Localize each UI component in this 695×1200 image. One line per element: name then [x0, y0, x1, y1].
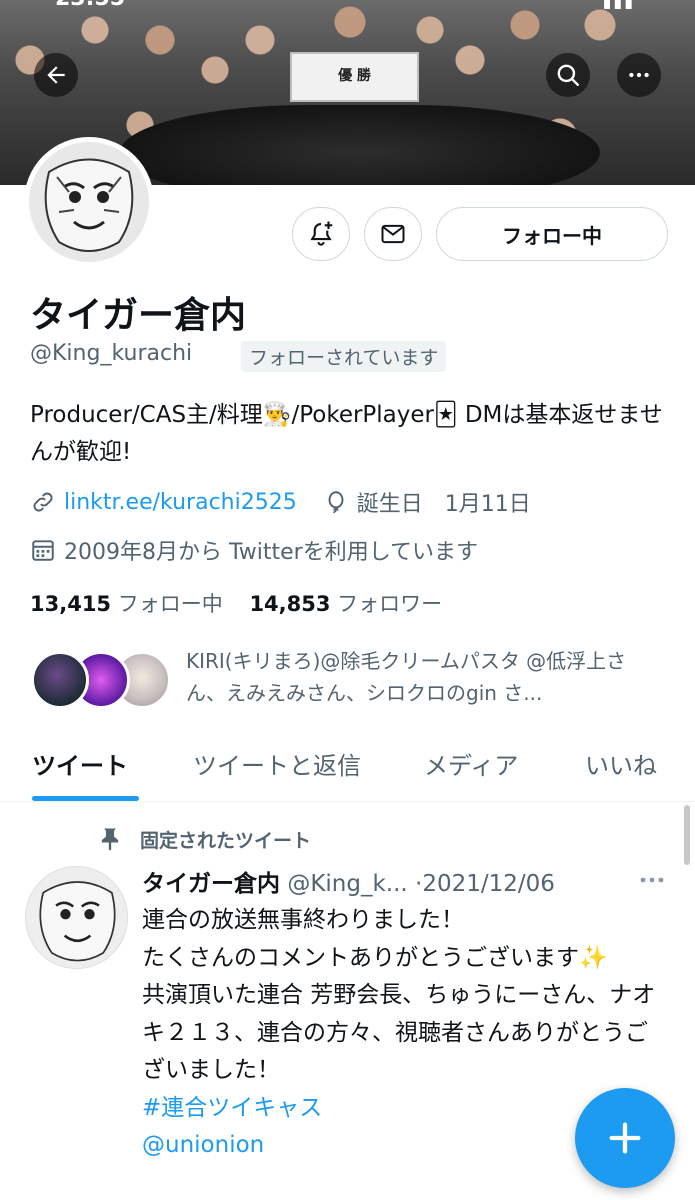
tweet-header: タイガー倉内 @King_k... ·2021/12/06 — [142, 864, 555, 898]
tiger-mask-illustration — [29, 142, 149, 262]
tweet-author-name[interactable]: タイガー倉内 — [142, 871, 280, 897]
tiger-mask-illustration-small — [26, 867, 127, 968]
tab-likes[interactable]: いいね — [585, 746, 657, 781]
scrollbar[interactable] — [684, 805, 690, 865]
profile-avatar[interactable] — [24, 137, 154, 267]
tweet-line-1: 連合の放送無事終わりました！ — [142, 907, 464, 933]
profile-tabs: ツイート ツイートと返信 メディア いいね — [0, 735, 695, 802]
plus-icon — [609, 1122, 641, 1154]
tab-tweets-and-replies[interactable]: ツイートと返信 — [193, 746, 361, 781]
followers-label: フォロワー — [337, 592, 443, 616]
active-tab-indicator — [32, 796, 139, 801]
status-time: 23:55 — [55, 0, 125, 11]
tab-tweets[interactable]: ツイート — [32, 746, 128, 781]
tweet-date[interactable]: ·2021/12/06 — [415, 871, 555, 897]
profile-display-name: タイガー倉内 — [30, 295, 247, 336]
search-icon — [557, 64, 579, 86]
profile-joined-date: 2009年8月から Twitterを利用しています — [64, 540, 479, 565]
profile-bio: Producer/CAS主/料理👨‍🍳/PokerPlayer🃏 DMは基本返せ… — [30, 402, 663, 465]
search-button[interactable] — [546, 53, 590, 97]
link-icon — [33, 492, 53, 512]
tweet-line-3: 共演頂いた連合 芳野会長、ちゅうにーさん、ナオキ２１３、連合の方々、視聴者さんあ… — [142, 982, 656, 1083]
follower-avatar-1[interactable] — [31, 651, 89, 709]
back-arrow-icon — [47, 66, 65, 84]
followed-by-text[interactable]: KIRI(キリまろ)@除毛クリームパスタ @低浮上さん、えみえみさん、シロクロの… — [186, 645, 666, 709]
compose-tweet-button[interactable] — [575, 1088, 675, 1188]
status-signal: ▮▮▮ — [602, 0, 635, 11]
tweet-more-icon[interactable] — [638, 872, 666, 888]
follows-you-badge: フォローされています — [241, 341, 447, 372]
tweet-author-avatar[interactable] — [25, 866, 128, 969]
bell-plus-icon — [310, 221, 333, 246]
calendar-icon — [32, 540, 54, 561]
following-button[interactable]: フォロー中 — [436, 207, 668, 261]
profile-counts: 13,415 フォロー中 14,853 フォロワー — [30, 588, 442, 618]
profile-birthday: 誕生日 1月11日 — [356, 492, 531, 517]
message-button[interactable] — [364, 207, 422, 261]
following-label: フォロー中 — [117, 592, 223, 616]
followers-count-link[interactable]: 14,853 フォロワー — [249, 592, 442, 616]
tweet-author-handle[interactable]: @King_k... — [287, 871, 407, 897]
tweet-line-2: たくさんのコメントありがとうございます✨ — [142, 944, 608, 971]
banner-champion-board: 優 勝 — [290, 52, 419, 102]
notifications-button[interactable] — [292, 207, 350, 261]
following-count-link[interactable]: 13,415 フォロー中 — [30, 592, 223, 616]
profile-meta-row: linktr.ee/kurachi2525 誕生日 1月11日 — [30, 486, 531, 518]
profile-link[interactable]: linktr.ee/kurachi2525 — [64, 490, 297, 515]
profile-handle: @King_kurachi — [30, 341, 193, 366]
tab-media[interactable]: メディア — [424, 746, 518, 781]
banner-poker-table — [120, 105, 600, 185]
profile-joined-row: 2009年8月から Twitterを利用しています — [30, 534, 478, 566]
balloon-icon — [328, 491, 344, 514]
back-button[interactable] — [34, 53, 78, 97]
following-count: 13,415 — [30, 592, 112, 616]
pinned-label: 固定されたツイート — [140, 830, 312, 852]
more-icon — [629, 72, 649, 78]
pin-icon — [101, 828, 119, 851]
more-button[interactable] — [617, 53, 661, 97]
envelope-icon — [381, 224, 405, 244]
followers-count: 14,853 — [249, 592, 331, 616]
